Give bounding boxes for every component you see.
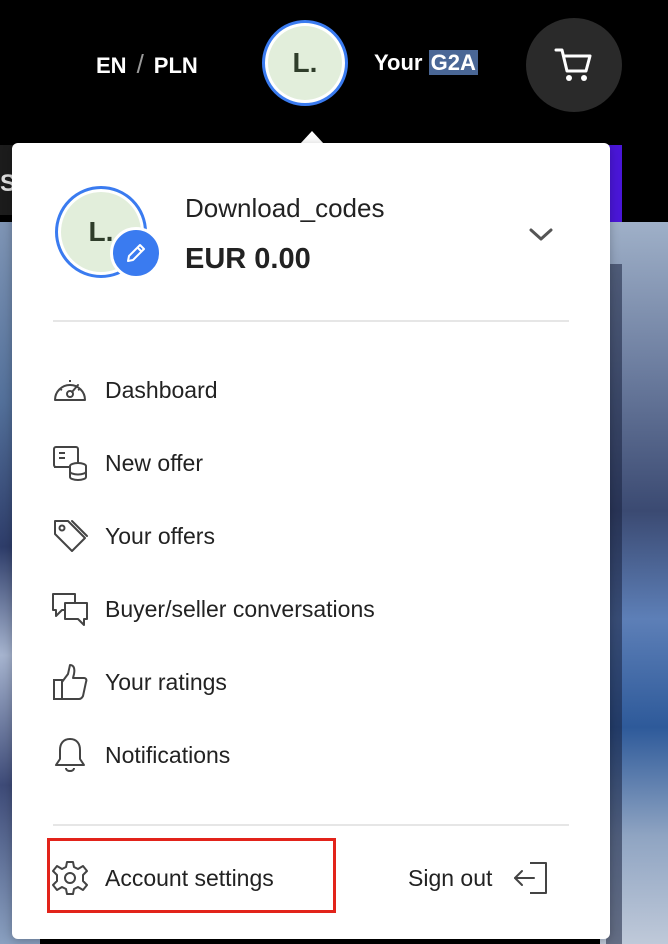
- pencil-icon: [127, 244, 145, 262]
- menu-item-label: New offer: [105, 449, 204, 476]
- brand-label: G2A: [428, 50, 478, 75]
- menu-item-label: Your offers: [105, 522, 215, 549]
- menu-item-dashboard[interactable]: Dashboard: [50, 368, 218, 412]
- sign-out-button[interactable]: Sign out: [408, 856, 552, 900]
- your-g2a-link[interactable]: Your G2A: [374, 50, 478, 76]
- chat-bubbles-icon: [52, 593, 88, 626]
- currency-code[interactable]: PLN: [154, 53, 198, 79]
- account-settings-label: Account settings: [105, 864, 274, 891]
- bell-icon: [55, 738, 85, 772]
- new-offer-icon: [53, 446, 87, 481]
- account-dropdown: L. Download_codes EUR 0.00 Dashboard New…: [12, 143, 610, 939]
- menu-item-conversations[interactable]: Buyer/seller conversations: [50, 587, 375, 631]
- thumbs-up-icon: [53, 664, 88, 700]
- menu-item-label: Buyer/seller conversations: [105, 595, 375, 622]
- tag-icon: [54, 520, 88, 552]
- cart-button[interactable]: [526, 18, 622, 112]
- your-label: Your: [374, 50, 423, 75]
- sign-out-icon: [514, 862, 548, 894]
- menu-item-label: Your ratings: [105, 668, 227, 695]
- gear-icon: [52, 861, 88, 895]
- divider: [53, 824, 569, 826]
- account-settings-link[interactable]: Account settings: [50, 856, 274, 900]
- menu-item-label: Dashboard: [105, 376, 218, 403]
- top-header: EN / PLN L. Your G2A: [0, 0, 668, 140]
- divider: [53, 320, 569, 322]
- account-balance: EUR 0.00: [185, 243, 311, 275]
- chevron-down-icon[interactable]: [528, 223, 554, 245]
- menu-item-new-offer[interactable]: New offer: [50, 441, 203, 485]
- menu-item-your-ratings[interactable]: Your ratings: [50, 660, 227, 704]
- dashboard-gauge-icon: [54, 380, 86, 401]
- account-avatar-initial: L.: [88, 216, 114, 247]
- account-username: Download_codes: [185, 193, 385, 223]
- cart-icon: [554, 48, 592, 81]
- header-avatar-initial: L.: [292, 47, 318, 78]
- sign-out-label: Sign out: [408, 864, 493, 891]
- menu-item-notifications[interactable]: Notifications: [50, 733, 230, 777]
- language-code[interactable]: EN: [96, 53, 127, 79]
- language-currency-selector[interactable]: EN / PLN: [96, 49, 198, 81]
- menu-item-your-offers[interactable]: Your offers: [50, 514, 215, 558]
- edit-avatar-button[interactable]: [110, 227, 162, 279]
- menu-item-label: Notifications: [105, 741, 231, 768]
- language-separator: /: [136, 49, 144, 79]
- header-avatar[interactable]: L.: [262, 20, 348, 106]
